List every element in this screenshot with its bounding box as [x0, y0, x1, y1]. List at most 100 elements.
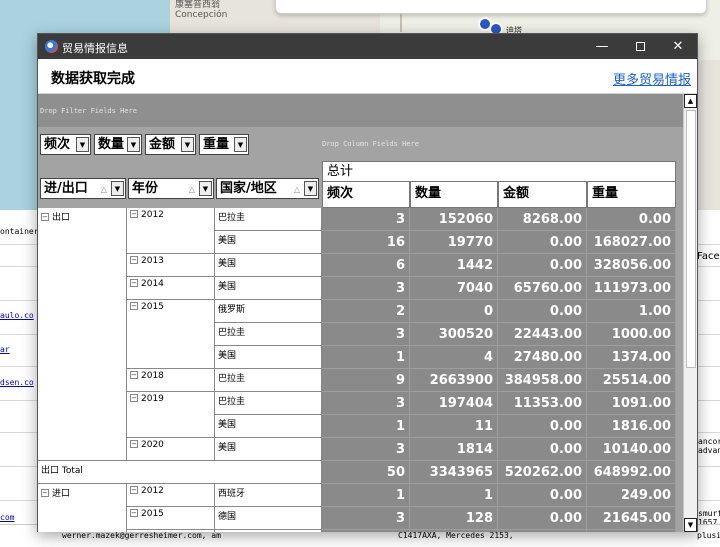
row-field-button[interactable]: 进/出口 △ ▼ [40, 178, 126, 199]
year-cell[interactable]: −2014 [127, 277, 215, 300]
data-field-button[interactable]: 重量 ▼ [199, 134, 249, 155]
scroll-down-icon[interactable]: ▼ [684, 518, 697, 532]
value-cell: 19770 [410, 231, 498, 254]
collapse-icon[interactable]: − [41, 489, 49, 497]
country-cell-label: 德国 [218, 512, 237, 522]
year-cell-label: 2012 [141, 210, 164, 220]
background-cell: ontainer [0, 227, 38, 236]
value-cell: 0.00 [587, 208, 676, 231]
value-cell: 197404 [410, 392, 498, 415]
data-field-button[interactable]: 频次 ▼ [40, 134, 91, 155]
column-header: 重量 [587, 182, 676, 208]
year-cell[interactable]: −2019 [127, 392, 215, 438]
scroll-up-icon[interactable]: ▲ [684, 94, 697, 108]
dropdown-arrow-icon[interactable]: ▼ [199, 181, 212, 196]
year-cell[interactable]: −2015 [127, 300, 215, 369]
sort-icon[interactable]: △ [101, 180, 107, 199]
year-cell-label: 2020 [141, 440, 164, 450]
data-field-button[interactable]: 金额 ▼ [145, 134, 196, 155]
value-cell: 168027.00 [587, 231, 676, 254]
pivot-right-margin [676, 161, 683, 532]
dropdown-arrow-icon[interactable]: ▼ [127, 137, 140, 152]
close-icon: ✕ [672, 39, 684, 54]
country-cell: 美国 [215, 254, 322, 277]
country-cell: 美国 [215, 231, 322, 254]
value-cell: 0.00 [498, 254, 587, 277]
value-cell: 3 [322, 277, 410, 300]
vertical-scrollbar[interactable]: ▲ ▼ [683, 94, 697, 532]
country-cell-label: 美国 [218, 236, 237, 246]
value-cell [498, 530, 587, 532]
map-place-label: 康塞普西翁 Concepción [175, 0, 227, 20]
country-cell-label: 巴拉圭 [218, 397, 246, 407]
column-drop-hint: Drop Column Fields Here [322, 140, 419, 148]
field-label: 频次 [44, 137, 71, 152]
collapse-icon[interactable]: − [41, 213, 49, 221]
year-cell[interactable]: −2012 [127, 484, 215, 507]
value-cell: 3 [322, 392, 410, 415]
scroll-thumb[interactable] [686, 110, 696, 368]
dropdown-arrow-icon[interactable]: ▼ [76, 137, 89, 152]
background-email: werner.mazek@gerresheimer.com, am [62, 531, 221, 540]
collapse-icon[interactable]: − [130, 371, 138, 379]
collapse-icon[interactable]: − [130, 509, 138, 517]
filter-drop-area[interactable]: Drop Filter Fields Here [38, 94, 683, 127]
background-address: C1417AXA, Mercedes 2153, [398, 531, 514, 540]
year-cell-label: 2015 [141, 509, 164, 519]
background-link[interactable]: com [0, 513, 38, 522]
value-cell: 7040 [410, 277, 498, 300]
year-cell[interactable]: −2016 [127, 530, 215, 532]
close-button[interactable]: ✕ [660, 34, 696, 59]
value-cell: 384958.00 [498, 369, 587, 392]
row-field-button[interactable]: 国家/地区 △ ▼ [216, 178, 319, 199]
sort-icon[interactable]: △ [294, 180, 300, 199]
year-cell[interactable]: −2015 [127, 507, 215, 530]
maximize-button[interactable] [622, 34, 658, 59]
country-cell-label: 美国 [218, 443, 237, 453]
value-cell: 1091.00 [587, 392, 676, 415]
dropdown-arrow-icon[interactable]: ▼ [304, 181, 317, 196]
app-icon [45, 40, 58, 53]
collapse-icon[interactable]: − [130, 440, 138, 448]
value-cell: 300520 [410, 323, 498, 346]
background-link[interactable]: ar [0, 345, 38, 354]
value-cell: 1442 [410, 254, 498, 277]
background-row-line [0, 266, 38, 267]
value-cell: 6 [322, 254, 410, 277]
direction-cell[interactable]: − 出口 [38, 208, 127, 461]
collapse-icon[interactable]: − [130, 302, 138, 310]
value-cell: 249.00 [587, 484, 676, 507]
collapse-icon[interactable]: − [130, 486, 138, 494]
background-link[interactable]: dsen.co [0, 378, 38, 387]
more-trade-info-link[interactable]: 更多贸易情报 [613, 69, 691, 88]
collapse-icon[interactable]: − [130, 256, 138, 264]
dropdown-arrow-icon[interactable]: ▼ [181, 137, 194, 152]
value-cell: 65760.00 [498, 277, 587, 300]
country-cell: 巴拉圭 [215, 369, 322, 392]
collapse-icon[interactable]: − [130, 210, 138, 218]
dropdown-arrow-icon[interactable]: ▼ [111, 181, 124, 196]
pivot-grid[interactable]: Drop Filter Fields Here Drop Column Fiel… [38, 94, 683, 532]
value-cell: 2663900 [410, 369, 498, 392]
filter-drop-hint: Drop Filter Fields Here [40, 107, 137, 115]
row-field-button[interactable]: 年份 △ ▼ [128, 178, 214, 199]
direction-cell-label: 进口 [52, 489, 71, 499]
year-cell[interactable]: −2012 [127, 208, 215, 254]
country-cell: 巴拉圭 [215, 392, 322, 415]
data-field-button[interactable]: 数量 ▼ [94, 134, 142, 155]
value-cell: 21645.00 [587, 507, 676, 530]
country-cell-label: 巴拉圭 [218, 213, 246, 223]
grand-total-header: 总计 [322, 161, 676, 182]
collapse-icon[interactable]: − [130, 394, 138, 402]
background-link[interactable]: aulo.co [0, 311, 38, 320]
collapse-icon[interactable]: − [130, 279, 138, 287]
sort-icon[interactable]: △ [189, 180, 195, 199]
value-cell: 1816.00 [587, 415, 676, 438]
minimize-button[interactable]: — [584, 34, 620, 59]
year-cell[interactable]: −2013 [127, 254, 215, 277]
direction-cell[interactable]: − 进口 [38, 484, 127, 532]
dropdown-arrow-icon[interactable]: ▼ [234, 137, 247, 152]
year-cell[interactable]: −2018 [127, 369, 215, 392]
title-bar[interactable]: 贸易情报信息 — ✕ [38, 34, 697, 59]
year-cell[interactable]: −2020 [127, 438, 215, 461]
